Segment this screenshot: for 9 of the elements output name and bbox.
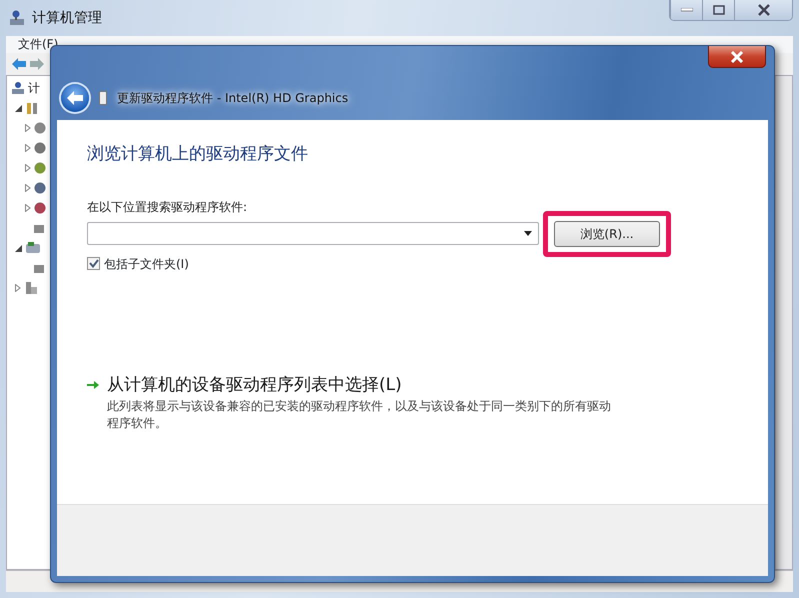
page-heading: 浏览计算机上的驱动程序文件 <box>87 143 309 166</box>
field-label: 在以下位置搜索驱动程序软件: <box>87 198 248 216</box>
checkbox-label: 包括子文件夹(I) <box>104 256 189 272</box>
dialog-title: 更新驱动程序软件 - Intel(R) HD Graphics <box>117 90 348 107</box>
driver-list-link[interactable]: 从计算机的设备驱动程序列表中选择(L) <box>107 372 402 398</box>
tree-item[interactable]: 计 <box>28 79 40 97</box>
option-description: 此列表将显示与该设备兼容的已安装的驱动程序软件，以及与该设备处于同一类别下的所有驱动程序软件。 <box>107 398 612 432</box>
browse-button[interactable]: 浏览(R)... <box>554 220 660 246</box>
window-title: 计算机管理 <box>32 8 102 28</box>
